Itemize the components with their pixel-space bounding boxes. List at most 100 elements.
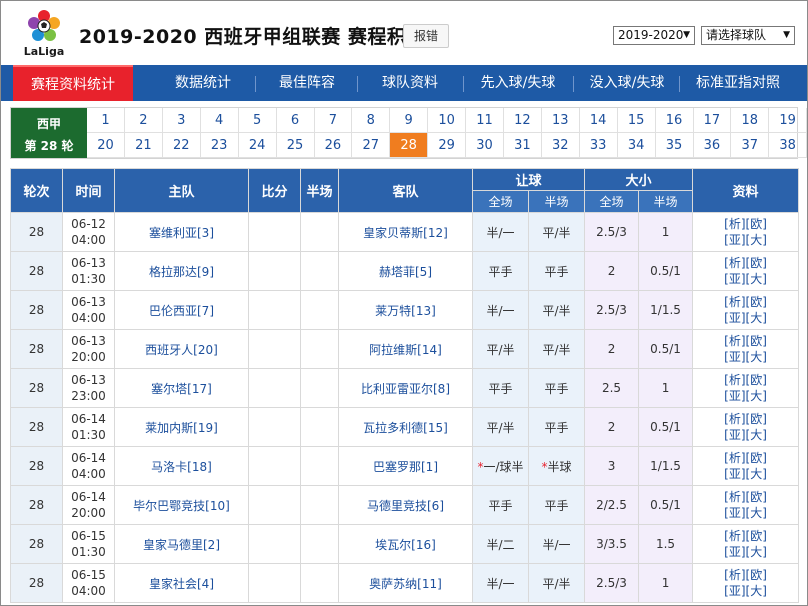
asia-ou-links[interactable]: [亚][大] xyxy=(693,310,798,326)
round-link-6[interactable]: 6 xyxy=(276,108,315,133)
away-team-link[interactable]: 比利亚雷亚尔[8] xyxy=(338,368,473,408)
round-link-2[interactable]: 2 xyxy=(124,108,163,133)
tab-no-goal[interactable]: 没入球/失球 xyxy=(575,65,679,101)
asia-ou-links[interactable]: [亚][大] xyxy=(693,544,798,560)
round-link-25[interactable]: 25 xyxy=(276,133,315,158)
analysis-euro-links[interactable]: [析][欧] xyxy=(693,255,798,271)
round-link-35[interactable]: 35 xyxy=(655,133,694,158)
round-link-26[interactable]: 26 xyxy=(314,133,353,158)
home-team-link[interactable]: 塞尔塔[17] xyxy=(114,368,249,408)
asia-ou-links[interactable]: [亚][大] xyxy=(693,583,798,599)
round-link-30[interactable]: 30 xyxy=(466,133,504,158)
tab-data-stats[interactable]: 数据统计 xyxy=(151,65,255,101)
round-link-15[interactable]: 15 xyxy=(617,108,656,133)
round-link-18[interactable]: 18 xyxy=(731,108,770,133)
round-link-22[interactable]: 22 xyxy=(162,133,201,158)
round-link-31[interactable]: 31 xyxy=(503,133,542,158)
match-time: 23:00 xyxy=(71,389,106,403)
round-link-3[interactable]: 3 xyxy=(162,108,201,133)
handicap-full-value: 半/一 xyxy=(486,225,515,240)
round-link-17[interactable]: 17 xyxy=(693,108,732,133)
home-team-link[interactable]: 皇家马德里[2] xyxy=(114,524,249,564)
round-link-20[interactable]: 20 xyxy=(87,133,125,158)
table-row: 28 06-13 01:30 格拉那达[9] 赫塔菲[5] 平手 平手 2 0.5/1 [析][欧… xyxy=(10,251,800,291)
asia-ou-links[interactable]: [亚][大] xyxy=(693,505,798,521)
round-link-8[interactable]: 8 xyxy=(352,108,391,133)
tab-asian-handicap[interactable]: 标准亚指对照 xyxy=(681,65,795,101)
round-link-37[interactable]: 37 xyxy=(731,133,770,158)
header-overunder: 大小 xyxy=(584,168,694,191)
tab-first-goal[interactable]: 先入球/失球 xyxy=(465,65,571,101)
round-link-13[interactable]: 13 xyxy=(541,108,580,133)
round-link-33[interactable]: 33 xyxy=(579,133,618,158)
cell-handicap-full: 半/一 xyxy=(472,290,529,330)
home-team-link[interactable]: 毕尔巴鄂竞技[10] xyxy=(114,485,249,525)
round-link-23[interactable]: 23 xyxy=(200,133,239,158)
match-date: 06-15 xyxy=(71,529,106,543)
analysis-euro-links[interactable]: [析][欧] xyxy=(693,567,798,583)
team-select[interactable]: 请选择球队 ▼ xyxy=(701,26,795,45)
tab-schedule-stats[interactable]: 赛程资料统计 xyxy=(13,65,133,101)
round-link-24[interactable]: 24 xyxy=(238,133,277,158)
round-link-29[interactable]: 29 xyxy=(428,133,467,158)
season-select[interactable]: 2019-2020 ▼ xyxy=(613,26,695,45)
asia-ou-links[interactable]: [亚][大] xyxy=(693,271,798,287)
home-team-link[interactable]: 皇家社会[4] xyxy=(114,563,249,603)
analysis-euro-links[interactable]: [析][欧] xyxy=(693,450,798,466)
away-team-link[interactable]: 赫塔菲[5] xyxy=(338,251,473,291)
asia-ou-links[interactable]: [亚][大] xyxy=(693,427,798,443)
round-link-16[interactable]: 16 xyxy=(655,108,694,133)
header-time: 时间 xyxy=(62,168,115,213)
home-team-link[interactable]: 马洛卡[18] xyxy=(114,446,249,486)
round-link-28[interactable]: 28 xyxy=(390,133,429,158)
round-link-11[interactable]: 11 xyxy=(466,108,504,133)
home-team-link[interactable]: 塞维利亚[3] xyxy=(114,212,249,252)
asia-ou-links[interactable]: [亚][大] xyxy=(693,388,798,404)
tab-best-lineup[interactable]: 最佳阵容 xyxy=(257,65,357,101)
home-team-link[interactable]: 格拉那达[9] xyxy=(114,251,249,291)
round-link-5[interactable]: 5 xyxy=(238,108,277,133)
home-team-link[interactable]: 巴伦西亚[7] xyxy=(114,290,249,330)
away-team-link[interactable]: 莱万特[13] xyxy=(338,290,473,330)
away-team-link[interactable]: 巴塞罗那[1] xyxy=(338,446,473,486)
table-row: 28 06-15 04:00 皇家社会[4] 奥萨苏纳[11] 半/一 平/半 2.5/3 1[… xyxy=(10,563,800,603)
round-link-36[interactable]: 36 xyxy=(693,133,732,158)
analysis-euro-links[interactable]: [析][欧] xyxy=(693,294,798,310)
analysis-euro-links[interactable]: [析][欧] xyxy=(693,528,798,544)
round-link-12[interactable]: 12 xyxy=(503,108,542,133)
away-team-link[interactable]: 皇家贝蒂斯[12] xyxy=(338,212,473,252)
round-link-10[interactable]: 10 xyxy=(428,108,467,133)
round-link-1[interactable]: 1 xyxy=(87,108,125,133)
tab-team-info[interactable]: 球队资料 xyxy=(359,65,461,101)
away-team-link[interactable]: 瓦拉多利德[15] xyxy=(338,407,473,447)
away-team-link[interactable]: 马德里竞技[6] xyxy=(338,485,473,525)
round-link-34[interactable]: 34 xyxy=(617,133,656,158)
round-link-9[interactable]: 9 xyxy=(390,108,429,133)
report-error-button[interactable]: 报错 xyxy=(403,24,449,48)
analysis-euro-links[interactable]: [析][欧] xyxy=(693,489,798,505)
asia-ou-links[interactable]: [亚][大] xyxy=(693,232,798,248)
cell-ou-full: 2 xyxy=(584,251,640,291)
home-team-link[interactable]: 西班牙人[20] xyxy=(114,329,249,369)
cell-handicap-half: 平/半 xyxy=(527,290,586,330)
away-team-link[interactable]: 奥萨苏纳[11] xyxy=(338,563,473,603)
cell-handicap-full: 平/半 xyxy=(472,329,529,369)
round-link-32[interactable]: 32 xyxy=(541,133,580,158)
round-link-4[interactable]: 4 xyxy=(200,108,239,133)
home-team-link[interactable]: 莱加内斯[19] xyxy=(114,407,249,447)
away-team-link[interactable]: 阿拉维斯[14] xyxy=(338,329,473,369)
away-team-link[interactable]: 埃瓦尔[16] xyxy=(338,524,473,564)
round-link-21[interactable]: 21 xyxy=(124,133,163,158)
analysis-euro-links[interactable]: [析][欧] xyxy=(693,411,798,427)
analysis-euro-links[interactable]: [析][欧] xyxy=(693,216,798,232)
round-link-27[interactable]: 27 xyxy=(352,133,391,158)
analysis-euro-links[interactable]: [析][欧] xyxy=(693,333,798,349)
round-link-7[interactable]: 7 xyxy=(314,108,353,133)
analysis-euro-links[interactable]: [析][欧] xyxy=(693,372,798,388)
cell-time: 06-14 04:00 xyxy=(62,446,115,486)
round-link-14[interactable]: 14 xyxy=(579,108,618,133)
asia-ou-links[interactable]: [亚][大] xyxy=(693,349,798,365)
asia-ou-links[interactable]: [亚][大] xyxy=(693,466,798,482)
round-link-19[interactable]: 19 xyxy=(769,108,807,133)
round-link-38[interactable]: 38 xyxy=(769,133,807,158)
